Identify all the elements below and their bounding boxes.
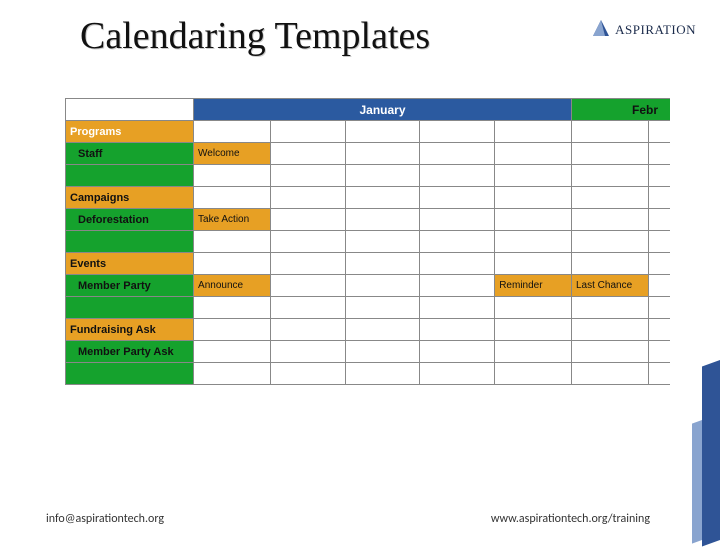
table-row <box>66 297 671 319</box>
calendar-template-table: January Febr Programs Staff Welcome Camp… <box>65 98 670 418</box>
logo-triangle-icon <box>591 18 611 38</box>
table-row: Campaigns <box>66 187 671 209</box>
section-programs: Programs <box>66 121 194 143</box>
brand-logo: ASPIRATION <box>591 18 696 38</box>
cell-last-chance: Last Chance <box>572 275 649 297</box>
table-row <box>66 363 671 385</box>
footer-url: www.aspirationtech.org/training <box>491 512 650 526</box>
row-deforestation: Deforestation <box>66 209 194 231</box>
table-row: Programs <box>66 121 671 143</box>
cell-announce: Announce <box>194 275 271 297</box>
blank-green <box>66 165 194 187</box>
table-row: Staff Welcome <box>66 143 671 165</box>
table-row: Deforestation Take Action <box>66 209 671 231</box>
logo-text: ASPIRATION <box>615 22 696 38</box>
month-january: January <box>194 99 572 121</box>
slide-title: Calendaring Templates <box>80 14 430 58</box>
table-row <box>66 231 671 253</box>
blank-green <box>66 231 194 253</box>
table-row <box>66 165 671 187</box>
cell-welcome: Welcome <box>194 143 271 165</box>
month-february: Febr <box>572 99 671 121</box>
row-member-party-ask: Member Party Ask <box>66 341 194 363</box>
footer-email: info@aspirationtech.org <box>46 512 164 526</box>
cell-reminder: Reminder <box>495 275 572 297</box>
section-events: Events <box>66 253 194 275</box>
row-staff: Staff <box>66 143 194 165</box>
header-blank <box>66 99 194 121</box>
section-campaigns: Campaigns <box>66 187 194 209</box>
table-row: Member Party Ask <box>66 341 671 363</box>
table-header-row: January Febr <box>66 99 671 121</box>
section-fundraising: Fundraising Ask <box>66 319 194 341</box>
table-row: Fundraising Ask <box>66 319 671 341</box>
cell-take-action: Take Action <box>194 209 271 231</box>
table-row: Events <box>66 253 671 275</box>
blank-green <box>66 297 194 319</box>
row-member-party: Member Party <box>66 275 194 297</box>
table-row: Member Party Announce Reminder Last Chan… <box>66 275 671 297</box>
slide-footer: info@aspirationtech.org www.aspirationte… <box>0 512 720 526</box>
blank-green <box>66 363 194 385</box>
